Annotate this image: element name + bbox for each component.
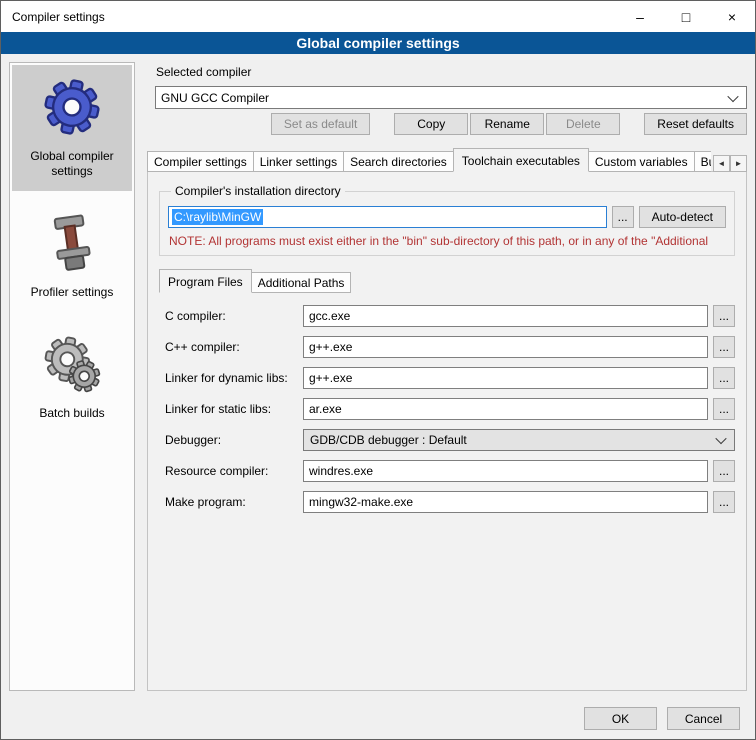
tab-scroll-controls: ◄ ►	[713, 155, 747, 172]
dialog-content: Global compiler settings Profiler settin…	[1, 54, 755, 693]
c-compiler-input[interactable]	[303, 305, 708, 327]
program-tabs: Program Files Additional Paths	[159, 269, 735, 293]
field-row-c-compiler: C compiler: ...	[165, 305, 735, 327]
tab-strip: Compiler settings Linker settings Search…	[147, 148, 711, 172]
set-as-default-button[interactable]: Set as default	[271, 113, 370, 135]
field-row-make-program: Make program: ...	[165, 491, 735, 513]
compiler-settings-dialog: Compiler settings – □ × Global compiler …	[0, 0, 756, 740]
window-title: Compiler settings	[1, 10, 105, 24]
profiler-tool-icon	[40, 211, 104, 275]
sidebar-item-global-compiler-settings[interactable]: Global compiler settings	[12, 65, 132, 191]
tab-toolchain-executables[interactable]: Toolchain executables	[453, 148, 589, 172]
blue-gear-icon	[40, 75, 104, 139]
c-compiler-label: C compiler:	[165, 309, 303, 323]
linker-static-input[interactable]	[303, 398, 708, 420]
resource-compiler-label: Resource compiler:	[165, 464, 303, 478]
chevron-down-icon	[715, 433, 726, 444]
cpp-compiler-input[interactable]	[303, 336, 708, 358]
toolchain-executables-page: Compiler's installation directory C:\ray…	[147, 171, 747, 691]
compiler-select[interactable]: GNU GCC Compiler	[155, 86, 747, 109]
sidebar-item-label: Global compiler settings	[15, 149, 129, 179]
linker-dynamic-browse-button[interactable]: ...	[713, 367, 735, 389]
sidebar-item-label: Profiler settings	[15, 285, 129, 300]
sidebar-item-batch-builds[interactable]: Batch builds	[12, 322, 132, 433]
ok-button[interactable]: OK	[584, 707, 657, 730]
make-program-input[interactable]	[303, 491, 708, 513]
installation-directory-value: C:\raylib\MinGW	[172, 209, 263, 225]
copy-button[interactable]: Copy	[394, 113, 468, 135]
debugger-select[interactable]: GDB/CDB debugger : Default	[303, 429, 735, 451]
main-panel: Selected compiler GNU GCC Compiler Set a…	[145, 62, 747, 691]
minimize-icon: –	[636, 10, 644, 24]
field-row-linker-dynamic: Linker for dynamic libs: ...	[165, 367, 735, 389]
compiler-actions: Set as default Copy Rename Delete Reset …	[155, 113, 747, 135]
tab-compiler-settings[interactable]: Compiler settings	[147, 151, 254, 172]
cancel-button[interactable]: Cancel	[667, 707, 740, 730]
c-compiler-browse-button[interactable]: ...	[713, 305, 735, 327]
tab-search-directories[interactable]: Search directories	[343, 151, 454, 172]
sidebar: Global compiler settings Profiler settin…	[9, 62, 135, 691]
tab-linker-settings[interactable]: Linker settings	[253, 151, 344, 172]
auto-detect-button[interactable]: Auto-detect	[639, 206, 726, 228]
directory-browse-button[interactable]: ...	[612, 206, 634, 228]
installation-directory-input[interactable]: C:\raylib\MinGW	[168, 206, 607, 228]
installation-directory-group: Compiler's installation directory C:\ray…	[159, 184, 735, 256]
installation-directory-group-label: Compiler's installation directory	[171, 184, 345, 198]
tab-scroll-left-button[interactable]: ◄	[713, 155, 730, 172]
debugger-select-value: GDB/CDB debugger : Default	[310, 433, 467, 447]
titlebar[interactable]: Compiler settings – □ ×	[1, 1, 755, 32]
rename-button[interactable]: Rename	[470, 113, 544, 135]
field-row-resource-compiler: Resource compiler: ...	[165, 460, 735, 482]
close-icon: ×	[728, 10, 736, 24]
tab-scroll-right-button[interactable]: ►	[730, 155, 747, 172]
program-files-form: C compiler: ... C++ compiler: ... Linker…	[159, 305, 735, 513]
linker-static-label: Linker for static libs:	[165, 402, 303, 416]
linker-dynamic-input[interactable]	[303, 367, 708, 389]
tab-custom-variables[interactable]: Custom variables	[588, 151, 695, 172]
field-row-linker-static: Linker for static libs: ...	[165, 398, 735, 420]
sidebar-item-profiler-settings[interactable]: Profiler settings	[12, 201, 132, 312]
delete-button[interactable]: Delete	[546, 113, 620, 135]
window-controls: – □ ×	[617, 1, 755, 32]
tab-additional-paths[interactable]: Additional Paths	[251, 272, 352, 293]
selected-compiler-label: Selected compiler	[156, 65, 747, 79]
dialog-header-title: Global compiler settings	[1, 32, 755, 54]
field-row-cpp-compiler: C++ compiler: ...	[165, 336, 735, 358]
arrow-left-icon: ◄	[718, 160, 726, 168]
dialog-footer: OK Cancel	[1, 693, 755, 739]
make-program-browse-button[interactable]: ...	[713, 491, 735, 513]
compiler-selection-section: Selected compiler GNU GCC Compiler Set a…	[155, 62, 747, 135]
maximize-button[interactable]: □	[663, 1, 709, 32]
close-button[interactable]: ×	[709, 1, 755, 32]
arrow-right-icon: ►	[735, 160, 743, 168]
gray-gears-icon	[40, 332, 104, 396]
linker-dynamic-label: Linker for dynamic libs:	[165, 371, 303, 385]
settings-tab-bar: Compiler settings Linker settings Search…	[147, 148, 747, 172]
reset-defaults-button[interactable]: Reset defaults	[644, 113, 747, 135]
make-program-label: Make program:	[165, 495, 303, 509]
field-row-debugger: Debugger: GDB/CDB debugger : Default	[165, 429, 735, 451]
cpp-compiler-browse-button[interactable]: ...	[713, 336, 735, 358]
tab-build-options[interactable]: Build options	[694, 151, 711, 172]
minimize-button[interactable]: –	[617, 1, 663, 32]
compiler-select-value: GNU GCC Compiler	[161, 91, 269, 105]
sidebar-item-label: Batch builds	[15, 406, 129, 421]
maximize-icon: □	[682, 10, 690, 24]
tab-program-files[interactable]: Program Files	[159, 269, 252, 293]
resource-compiler-input[interactable]	[303, 460, 708, 482]
resource-compiler-browse-button[interactable]: ...	[713, 460, 735, 482]
installation-directory-row: C:\raylib\MinGW ... Auto-detect	[168, 206, 726, 228]
linker-static-browse-button[interactable]: ...	[713, 398, 735, 420]
note-text: NOTE: All programs must exist either in …	[169, 234, 725, 248]
chevron-down-icon	[727, 90, 738, 101]
debugger-label: Debugger:	[165, 433, 303, 447]
cpp-compiler-label: C++ compiler:	[165, 340, 303, 354]
